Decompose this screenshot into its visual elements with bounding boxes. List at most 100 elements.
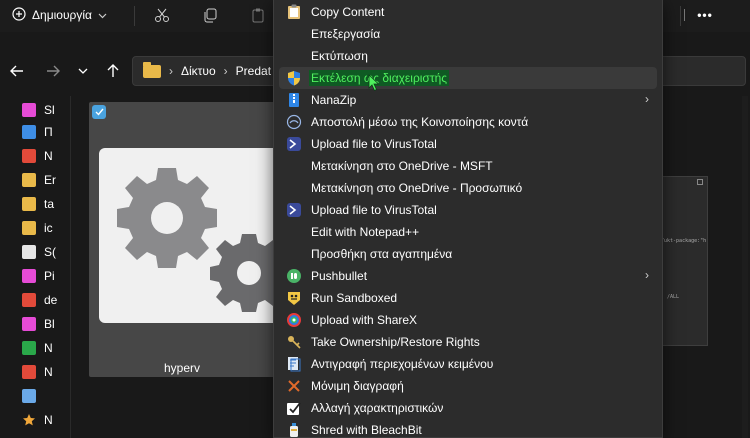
menu-item-label: Μετακίνηση στο OneDrive - MSFT (311, 159, 493, 173)
back-button[interactable] (6, 60, 28, 82)
menu-item-label: Upload file to VirusTotal (311, 137, 437, 151)
chevron-down-icon (98, 8, 107, 22)
menu-item[interactable]: Αντιγραφή περιεχομένων κειμένου (279, 353, 657, 375)
menu-item[interactable]: Μετακίνηση στο OneDrive - Προσωπικό (279, 177, 657, 199)
menu-item[interactable]: NanaZip › (279, 89, 657, 111)
menu-item-label: Copy Content (311, 5, 385, 19)
menu-item-label: Αντιγραφή περιεχομένων κειμένου (311, 357, 494, 371)
menu-item[interactable]: Προσθήκη στα αγαπημένα (279, 243, 657, 265)
paste-button[interactable] (245, 4, 271, 26)
submenu-chevron-icon: › (645, 92, 649, 106)
menu-item-label: Αλλαγή χαρακτηριστικών (311, 401, 444, 415)
sidebar-item[interactable]: S( (22, 242, 56, 262)
sidebar-item[interactable]: N (22, 338, 53, 358)
arrow-up-icon (107, 64, 119, 77)
menu-item[interactable]: Edit with Notepad++ (279, 221, 657, 243)
sidebar-item[interactable]: N (22, 410, 53, 430)
sidebar-item[interactable]: ic (22, 218, 53, 238)
menu-item[interactable]: Μόνιμη διαγραφή (279, 375, 657, 397)
menu-item[interactable]: Pushbullet › (279, 265, 657, 287)
toolbar-divider (134, 6, 135, 26)
folder-icon (22, 173, 36, 187)
selection-checkbox[interactable] (92, 105, 106, 119)
sidebar-item-label: S( (44, 245, 56, 259)
sidebar-item-label: Bl (44, 317, 55, 331)
vertical-scrollbar[interactable] (742, 96, 748, 438)
sidebar-item[interactable] (22, 386, 44, 406)
sidebar-item[interactable]: Π (22, 122, 53, 142)
folder-icon (22, 245, 36, 259)
arrow-right-icon (47, 65, 60, 77)
pushbullet-icon (286, 268, 302, 284)
up-button[interactable] (102, 60, 124, 82)
sidebar-item[interactable]: Bl (22, 314, 55, 334)
new-button[interactable]: Δημιουργία (6, 4, 113, 26)
uac-shield-icon (286, 70, 302, 86)
sidebar-item[interactable]: N (22, 362, 53, 382)
copy-text-icon (286, 356, 302, 372)
new-button-label: Δημιουργία (32, 8, 92, 22)
sidebar-item[interactable]: de (22, 290, 57, 310)
menu-item-label: Shred with BleachBit (311, 423, 422, 437)
sidebar-item[interactable]: Pi (22, 266, 55, 286)
menu-item-label: Μετακίνηση στο OneDrive - Προσωπικό (311, 181, 523, 195)
file-thumbnail (99, 148, 279, 323)
copy-button[interactable] (197, 4, 223, 26)
menu-item-label: Upload file to VirusTotal (311, 203, 437, 217)
menu-item-label: NanaZip (311, 93, 357, 107)
sidebar-item-label: de (44, 293, 58, 307)
menu-item[interactable]: Upload with ShareX (279, 309, 657, 331)
sidebar-item-label: N (44, 413, 53, 427)
preview-line: /ukt-package:"h (661, 238, 707, 244)
sidebar-item[interactable]: Sl (22, 100, 55, 120)
pane-divider[interactable] (70, 96, 71, 438)
sidebar-item[interactable]: ta (22, 194, 54, 214)
breadcrumb-computer[interactable]: Predat (236, 64, 271, 78)
context-menu: Copy Content Επεξεργασία Εκτύπωση Εκτέλεση … (273, 0, 663, 438)
menu-item[interactable]: Αποστολή μέσω της Κοινοποίησης κοντά (279, 111, 657, 133)
sidebar-item-label: N (44, 365, 53, 379)
virustotal-icon (286, 136, 302, 152)
breadcrumb-network[interactable]: Δίκτυο (181, 64, 216, 78)
menu-item[interactable]: Copy Content (279, 1, 657, 23)
recent-locations-button[interactable] (72, 60, 94, 82)
menu-item-label: Αποστολή μέσω της Κοινοποίησης κοντά (311, 115, 529, 129)
paste-icon (252, 8, 264, 23)
menu-item-label: Take Ownership/Restore Rights (311, 335, 480, 349)
more-options-button[interactable]: ••• (692, 4, 718, 26)
sharex-icon (286, 312, 302, 328)
menu-item[interactable]: Shred with BleachBit (279, 419, 657, 438)
sidebar-item-label: Sl (44, 103, 55, 117)
menu-item[interactable]: Upload file to VirusTotal (279, 199, 657, 221)
menu-item[interactable]: Εκτύπωση (279, 45, 657, 67)
sidebar-item[interactable]: Er (22, 170, 56, 190)
menu-item[interactable]: Upload file to VirusTotal (279, 133, 657, 155)
menu-item[interactable]: Take Ownership/Restore Rights (279, 331, 657, 353)
plus-circle-icon (12, 6, 26, 24)
sidebar-item-label: Pi (44, 269, 55, 283)
menu-item[interactable]: Run Sandboxed (279, 287, 657, 309)
cut-button[interactable] (149, 4, 175, 26)
sandboxie-icon (286, 290, 302, 306)
folder-icon (22, 389, 36, 403)
menu-item-label: Επεξεργασία (311, 27, 381, 41)
menu-item[interactable]: Επεξεργασία (279, 23, 657, 45)
file-tile[interactable]: hyperv (89, 102, 279, 377)
menu-item[interactable]: Εκτέλεση ως διαχειριστής (279, 67, 657, 89)
forward-button[interactable] (42, 60, 64, 82)
folder-icon (22, 149, 36, 163)
menu-item-label: Upload with ShareX (311, 313, 418, 327)
sidebar-item[interactable]: N (22, 146, 53, 166)
sidebar-item-label: N (44, 341, 53, 355)
menu-item[interactable]: Μετακίνηση στο OneDrive - MSFT (279, 155, 657, 177)
folder-icon (22, 197, 36, 211)
folder-icon (22, 103, 36, 117)
sidebar-item-label: N (44, 149, 53, 163)
menu-item-label: Run Sandboxed (311, 291, 398, 305)
arrow-left-icon (10, 65, 23, 77)
chevron-down-icon (78, 68, 88, 74)
sidebar-item-label: Er (44, 173, 56, 187)
delete-x-icon (286, 378, 302, 394)
folder-icon (22, 293, 36, 307)
menu-item[interactable]: Αλλαγή χαρακτηριστικών (279, 397, 657, 419)
